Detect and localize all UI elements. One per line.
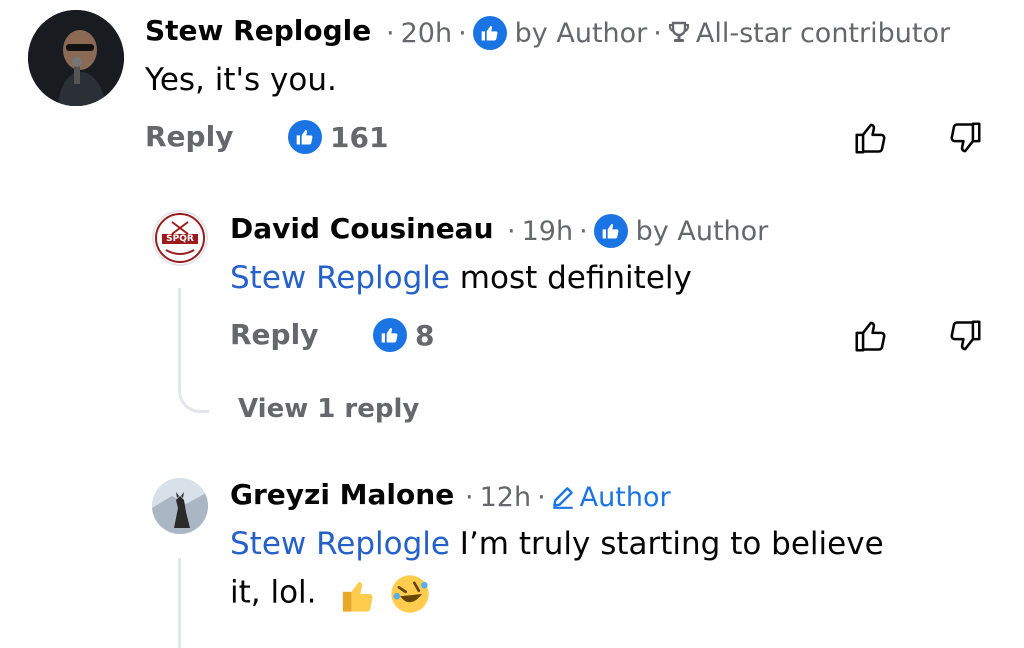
comment-text: Stew Replogle most definitely <box>230 260 692 296</box>
thread-connector <box>178 558 181 648</box>
avatar[interactable] <box>28 10 124 106</box>
upvote-button[interactable] <box>852 118 890 162</box>
like-badge-icon <box>373 318 407 352</box>
rofl-emoji-icon <box>391 575 429 613</box>
downvote-button[interactable] <box>946 118 984 162</box>
comment-timestamp[interactable]: 19h <box>522 216 573 247</box>
like-count[interactable]: 161 <box>288 120 388 154</box>
thumbs-down-icon <box>950 320 981 351</box>
comment-meta: · 20h · by Author · All-star contributor <box>380 14 950 52</box>
separator-dot: · <box>653 17 662 49</box>
thumbs-up-icon <box>855 321 886 352</box>
separator-dot: · <box>465 481 474 513</box>
comment-timestamp[interactable]: 12h <box>480 482 531 513</box>
reaction-badge-label: by Author <box>635 215 769 247</box>
thread-connector <box>178 288 209 413</box>
separator-dot: · <box>458 17 467 49</box>
separator-dot: · <box>507 215 516 247</box>
comment-body: it, lol. <box>230 574 317 611</box>
thumbs-up-icon <box>855 123 886 154</box>
comment-body: I’m truly starting to believe <box>449 526 884 562</box>
reply-button[interactable]: Reply <box>230 318 318 351</box>
trophy-icon <box>668 21 689 42</box>
pencil-icon <box>552 487 573 509</box>
view-replies-link[interactable]: View 1 reply <box>238 394 419 424</box>
mention-link[interactable]: Stew Replogle <box>230 526 450 562</box>
mention-link[interactable]: Stew Replogle <box>230 260 450 296</box>
like-badge-icon <box>288 120 322 154</box>
comment-timestamp[interactable]: 20h <box>401 18 452 49</box>
comment-body: most definitely <box>449 260 692 296</box>
reaction-badge-label: by Author <box>514 17 648 49</box>
like-count[interactable]: 8 <box>373 318 434 352</box>
comment-author[interactable]: David Cousineau <box>230 212 494 245</box>
separator-dot: · <box>537 481 546 513</box>
separator-dot: · <box>386 17 395 49</box>
reply-button[interactable]: Reply <box>145 120 233 153</box>
comment-text: Stew Replogle I’m truly starting to beli… <box>230 526 884 562</box>
like-count-value: 8 <box>415 318 435 352</box>
like-badge-icon <box>593 214 628 248</box>
comment-meta: · 19h · by Author <box>501 212 768 250</box>
thumbs-down-icon <box>950 122 981 153</box>
author-badge: Author <box>579 481 671 513</box>
comment-meta: · 12h · Author <box>459 478 671 516</box>
comment-text-continued: it, lol. <box>230 572 432 616</box>
comment-author[interactable]: Greyzi Malone <box>230 478 454 511</box>
avatar-logo-text: SPQR <box>166 234 194 244</box>
downvote-button[interactable] <box>946 316 984 360</box>
upvote-button[interactable] <box>852 316 890 360</box>
separator-dot: · <box>579 215 588 247</box>
comment-author[interactable]: Stew Replogle <box>145 14 371 47</box>
comment-text: Yes, it's you. <box>145 62 337 98</box>
like-badge-icon <box>472 16 507 50</box>
contributor-badge: All-star contributor <box>695 17 951 49</box>
avatar[interactable]: SPQR <box>152 210 208 266</box>
avatar[interactable] <box>152 478 208 534</box>
like-count-value: 161 <box>330 120 389 154</box>
thumbs-up-emoji-icon <box>343 581 373 612</box>
